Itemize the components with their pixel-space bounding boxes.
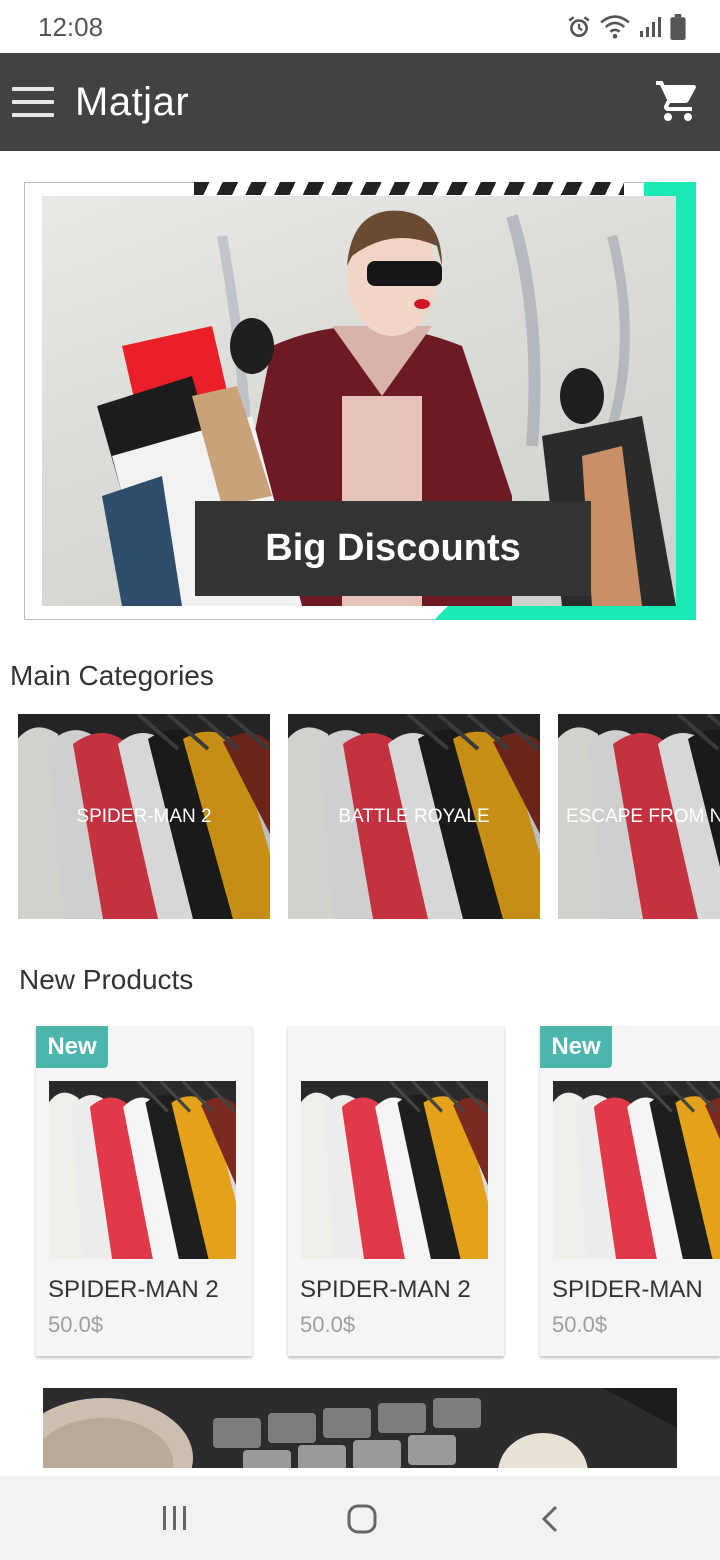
banner-accent [434, 606, 696, 620]
cart-icon[interactable] [654, 77, 702, 125]
promo-banner[interactable]: Big Discounts [24, 182, 696, 620]
banner-accent [644, 182, 696, 196]
product-card[interactable]: SPIDER-MAN 2 50.0$ [288, 1026, 504, 1356]
new-products-title: New Products [19, 964, 194, 995]
wifi-icon [600, 15, 630, 39]
alarm-icon [568, 16, 590, 37]
product-image [301, 1081, 488, 1259]
banner-accent [674, 182, 696, 620]
status-time: 12:08 [38, 12, 104, 42]
main-categories-title: Main Categories [10, 660, 214, 691]
product-name: SPIDER-MAN [552, 1276, 703, 1303]
menu-icon[interactable] [12, 87, 54, 119]
app-title: Matjar [75, 80, 190, 124]
banner-caption: Big Discounts [195, 501, 591, 596]
product-card[interactable]: New SPIDER-MAN 2 50.0$ [36, 1026, 252, 1356]
secondary-banner[interactable] [43, 1388, 677, 1468]
status-bar: 12:08 [0, 0, 720, 53]
system-nav-bar [0, 1476, 720, 1560]
product-price: 50.0$ [552, 1312, 608, 1337]
product-name: SPIDER-MAN 2 [48, 1276, 219, 1303]
product-name: SPIDER-MAN 2 [300, 1276, 471, 1303]
new-badge: New [36, 1026, 108, 1068]
app-bar: Matjar [0, 53, 720, 151]
secondary-banner-image [43, 1388, 677, 1468]
categories-list: SPIDER-MAN 2 BATTLE ROYALE ESCAPE FROM N [18, 714, 720, 919]
banner-image: Big Discounts [42, 196, 676, 606]
product-image [553, 1081, 720, 1259]
new-badge: New [540, 1026, 612, 1068]
category-card[interactable]: ESCAPE FROM N [558, 714, 720, 919]
status-icons [566, 14, 686, 40]
recent-apps-icon[interactable] [160, 1504, 190, 1532]
category-card[interactable]: SPIDER-MAN 2 [18, 714, 270, 919]
category-label: SPIDER-MAN 2 [76, 805, 212, 827]
product-price: 50.0$ [300, 1312, 356, 1337]
signal-icon [640, 17, 661, 37]
back-icon[interactable] [538, 1504, 562, 1534]
product-image [49, 1081, 236, 1259]
banner-stripes [194, 182, 624, 195]
category-card[interactable]: BATTLE ROYALE [288, 714, 540, 919]
battery-icon [670, 14, 686, 40]
product-price: 50.0$ [48, 1312, 104, 1337]
category-label: ESCAPE FROM N [566, 805, 720, 827]
banner-caption-text: Big Discounts [265, 527, 521, 569]
products-list: New SPIDER-MAN 2 50.0$ SPIDER-MAN 2 50.0… [0, 1020, 720, 1365]
category-label: BATTLE ROYALE [338, 805, 490, 827]
product-card[interactable]: New SPIDER-MAN 50.0$ [540, 1026, 720, 1356]
home-icon[interactable] [346, 1503, 378, 1535]
